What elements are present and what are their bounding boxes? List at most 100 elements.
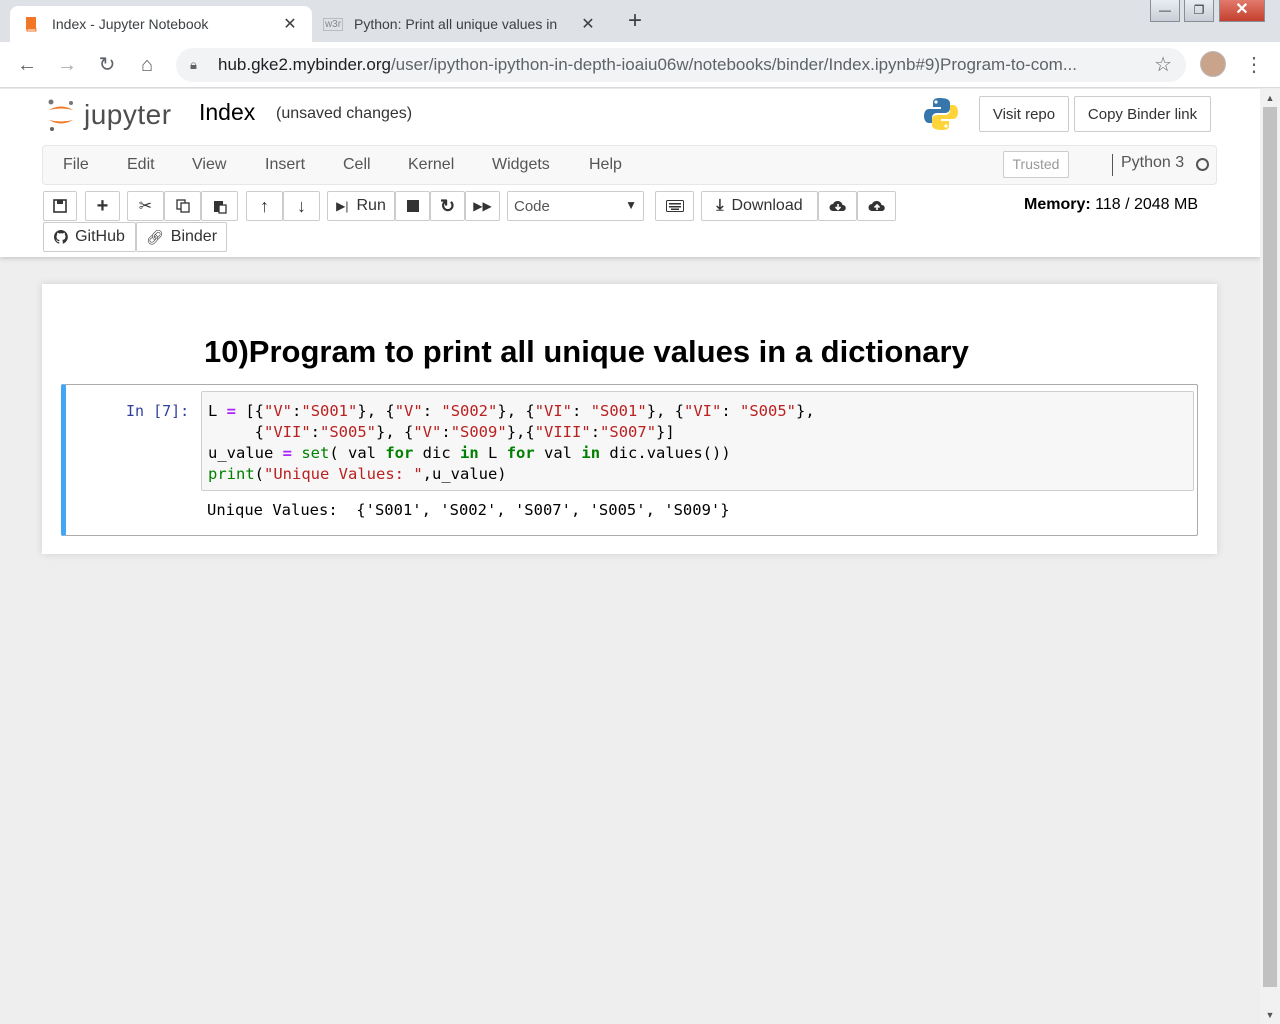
scroll-up-icon[interactable]: ▲ [1260,89,1280,107]
run-label: Run [356,197,386,214]
menu-view[interactable]: View [192,156,226,174]
kernel-name: Python 3 [1112,154,1184,176]
arrow-up-icon: ↑ [260,195,269,216]
code-editor[interactable]: L = [{"V":"S001"}, {"V": "S002"}, {"VI":… [201,391,1194,491]
python-logo-icon [923,96,959,137]
copy-icon [175,199,190,213]
chevron-down-icon: ▼ [625,198,637,212]
back-arrow-icon[interactable]: ← [14,52,40,78]
paste-icon [213,200,227,214]
trusted-indicator[interactable]: Trusted [1003,151,1069,178]
code-line-2: {"VII":"S005"}, {"V":"S009"},{"VIII":"S0… [208,423,675,441]
cut-button[interactable]: ✂ [127,191,164,221]
jupyter-wordmark: jupyter [84,99,172,130]
jupyter-logo[interactable]: jupyter [46,97,172,133]
save-icon [53,199,67,213]
save-status: (unsaved changes) [276,105,413,122]
scrollbar-thumb[interactable] [1263,107,1277,987]
cell-type-value: Code [514,197,550,215]
memory-usage: Memory: 118 / 2048 MB [1024,196,1198,214]
menu-edit[interactable]: Edit [127,156,155,174]
code-line-3: u_value = set( val for dic in L for val … [208,444,731,462]
copy-button[interactable] [164,191,201,221]
github-label: GitHub [75,228,125,245]
cloud-download-button[interactable] [818,191,857,221]
github-icon [54,230,68,244]
arrow-down-icon: ↓ [297,195,306,216]
tab-close-icon[interactable]: ✕ [280,14,300,34]
github-button[interactable]: GitHub [43,222,136,252]
profile-avatar[interactable] [1200,51,1226,77]
menu-cell[interactable]: Cell [343,156,371,174]
cloud-upload-icon [868,200,885,211]
cell-type-select[interactable]: Code ▼ [507,191,644,221]
memory-value: 118 / 2048 MB [1095,196,1199,213]
forward-arrow-icon[interactable]: → [54,52,80,78]
fast-forward-icon: ▶▶ [473,199,492,213]
cloud-download-icon [829,200,846,211]
browser-tab-strip: Index - Jupyter Notebook ✕ w3r Python: P… [0,0,1280,42]
vertical-scrollbar[interactable]: ▲ ▼ [1260,89,1280,1024]
visit-repo-button[interactable]: Visit repo [979,96,1069,132]
notebook-container: 10)Program to print all unique values in… [42,284,1217,554]
binder-button[interactable]: 🔗︎ Binder [136,222,227,252]
window-close-icon[interactable]: ✕ [1219,0,1265,22]
kernel-idle-icon [1196,158,1209,171]
restart-run-all-button[interactable]: ▶▶ [465,191,500,221]
download-icon: ⤓ [716,197,724,214]
plus-icon: + [96,194,109,217]
w3r-icon: w3r [322,17,344,31]
url-path: /user/ipython-ipython-in-depth-ioaiu06w/… [390,55,1077,74]
stop-icon [406,200,419,212]
move-down-button[interactable]: ↓ [283,191,320,221]
new-tab-button[interactable]: + [620,8,650,36]
browser-toolbar: ← → ↻ ⌂ 🔒︎ hub.gke2.mybinder.org /user/i… [0,42,1280,88]
paste-button[interactable] [201,191,238,221]
scissors-icon: ✂ [138,198,153,215]
scroll-down-icon[interactable]: ▼ [1260,1006,1280,1024]
jupyter-header: jupyter Index (unsaved changes) Visit re… [0,89,1260,257]
notebook-name[interactable]: Index [199,99,255,126]
url-host: hub.gke2.mybinder.org [218,55,391,74]
input-prompt: In [7]: [126,402,190,420]
restart-icon: ↻ [439,195,456,216]
insert-cell-button[interactable]: + [85,191,120,221]
menu-insert[interactable]: Insert [265,156,305,174]
tab-jupyter-notebook[interactable]: Index - Jupyter Notebook ✕ [10,6,312,42]
memory-label: Memory: [1024,196,1091,213]
tab-python-unique-values[interactable]: w3r Python: Print all unique values in ✕ [312,6,610,42]
reload-icon[interactable]: ↻ [94,52,120,78]
menu-help[interactable]: Help [589,156,622,174]
run-button[interactable]: ▶| Run [327,191,395,221]
link-icon: 🔗︎ [145,228,164,245]
bookmark-star-icon[interactable]: ☆ [1154,52,1172,77]
interrupt-button[interactable] [395,191,430,221]
download-label: Download [731,197,803,214]
jupyter-logo-icon [48,99,73,131]
save-button[interactable] [43,191,77,221]
move-up-button[interactable]: ↑ [246,191,283,221]
command-palette-button[interactable] [655,191,694,221]
restart-button[interactable]: ↻ [430,191,465,221]
more-menu-icon[interactable]: ⋮ [1244,52,1264,77]
tab-title: Index - Jupyter Notebook [52,16,209,32]
restore-icon[interactable]: ❐ [1184,0,1214,22]
tab-close-icon[interactable]: ✕ [578,14,598,34]
copy-binder-link-button[interactable]: Copy Binder link [1074,96,1211,132]
minimize-icon[interactable]: — [1150,0,1180,22]
home-icon[interactable]: ⌂ [134,52,160,78]
code-cell-selected[interactable]: In [7]: L = [{"V":"S001"}, {"V": "S002"}… [61,384,1198,536]
cell-output: Unique Values: {'S001', 'S002', 'S007', … [207,501,730,519]
keyboard-icon [665,200,684,212]
tab-title: Python: Print all unique values in [354,16,558,32]
menu-file[interactable]: File [63,156,89,174]
binder-label: Binder [170,228,218,245]
menu-kernel[interactable]: Kernel [408,156,454,174]
download-button[interactable]: ⤓ Download [701,191,818,221]
cloud-upload-button[interactable] [857,191,896,221]
cell-heading: 10)Program to print all unique values in… [204,334,969,369]
jupyter-book-icon [22,15,40,33]
menu-widgets[interactable]: Widgets [492,156,550,174]
address-bar[interactable]: 🔒︎ hub.gke2.mybinder.org /user/ipython-i… [176,48,1186,82]
code-line-1: L = [{"V":"S001"}, {"V": "S002"}, {"VI":… [208,402,815,420]
